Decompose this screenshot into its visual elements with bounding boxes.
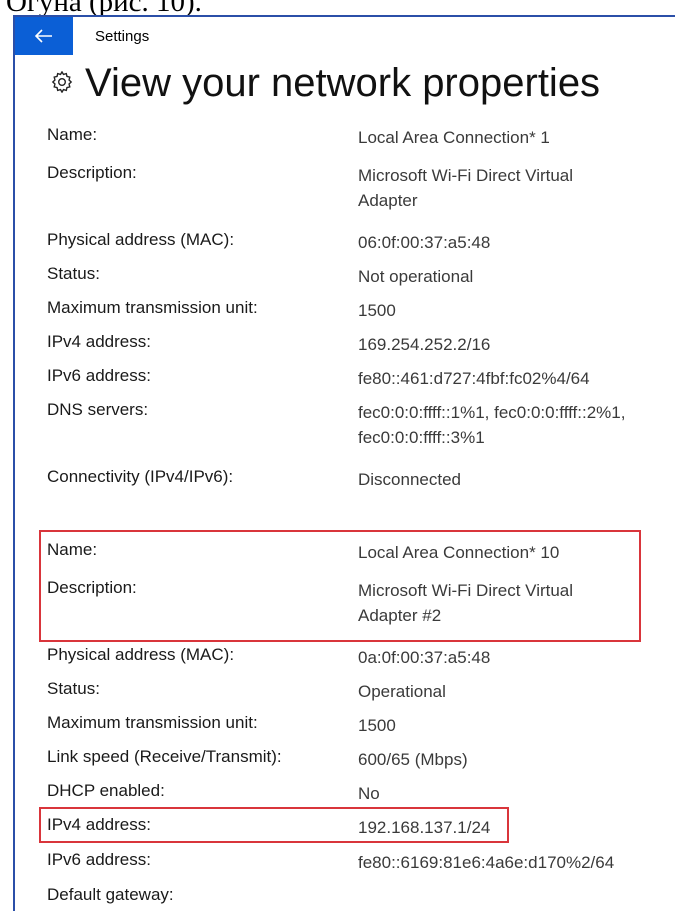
- property-value: Not operational: [358, 267, 474, 286]
- property-value: 06:0f:00:37:a5:48: [358, 233, 491, 252]
- window-title: Settings: [95, 28, 150, 45]
- property-value: Microsoft Wi-Fi Direct Virtual Adapter #…: [358, 578, 668, 628]
- property-value-line: fec0:0:0:ffff::1%1, fec0:0:0:ffff::2%1,: [358, 403, 626, 422]
- property-label: Description:: [47, 578, 137, 597]
- property-value: fe80::6169:81e6:4a6e:d170%2/64: [358, 853, 615, 872]
- property-value: 192.168.137.1/24: [358, 818, 491, 837]
- property-label: IPv4 address:: [47, 332, 151, 351]
- back-arrow-icon: [35, 29, 52, 43]
- property-label: Name:: [47, 540, 98, 559]
- page-title: View your network properties: [85, 61, 601, 105]
- screenshot-stage: Огуна (рис. 10). Settings View your netw…: [0, 0, 675, 911]
- property-label: Name:: [47, 125, 98, 144]
- property-value: 600/65 (Mbps): [358, 750, 468, 769]
- settings-window: Settings View your network properties Na…: [13, 15, 675, 911]
- property-value: Operational: [358, 682, 446, 701]
- property-label: Link speed (Receive/Transmit):: [47, 747, 282, 766]
- property-label: Status:: [47, 679, 100, 698]
- document-text-fragment: Огуна (рис. 10).: [6, 0, 202, 16]
- property-label: IPv6 address:: [47, 366, 151, 385]
- property-label: Physical address (MAC):: [47, 230, 235, 249]
- property-label: Connectivity (IPv4/IPv6):: [47, 467, 234, 486]
- property-label: Description:: [47, 163, 137, 182]
- property-value: 0a:0f:00:37:a5:48: [358, 648, 491, 667]
- property-value-line: Adapter #2: [358, 606, 442, 625]
- property-value: 1500: [358, 716, 396, 735]
- property-label: Status:: [47, 264, 100, 283]
- property-label: IPv4 address:: [47, 815, 151, 834]
- back-button[interactable]: [15, 17, 73, 55]
- property-value: 1500: [358, 301, 396, 320]
- title-bar: Settings: [15, 17, 675, 55]
- property-label: Physical address (MAC):: [47, 645, 235, 664]
- property-value: fec0:0:0:ffff::1%1, fec0:0:0:ffff::2%1, …: [358, 400, 668, 450]
- property-value: Local Area Connection* 10: [358, 543, 560, 562]
- property-value-line: Microsoft Wi-Fi Direct Virtual: [358, 166, 574, 185]
- gear-icon: [51, 71, 73, 93]
- property-value: fe80::461:d727:4fbf:fc02%4/64: [358, 369, 590, 388]
- property-value: No: [358, 784, 380, 803]
- property-label: IPv6 address:: [47, 850, 151, 869]
- property-value: Disconnected: [358, 470, 462, 489]
- property-value: Local Area Connection* 1: [358, 128, 550, 147]
- property-label: Maximum transmission unit:: [47, 298, 258, 317]
- property-label: DHCP enabled:: [47, 781, 165, 800]
- property-label: DNS servers:: [47, 400, 149, 419]
- page-header: View your network properties: [15, 55, 675, 115]
- property-value: Microsoft Wi-Fi Direct Virtual Adapter: [358, 163, 668, 213]
- property-value: 169.254.252.2/16: [358, 335, 491, 354]
- property-value-line: Adapter: [358, 191, 418, 210]
- property-value-line: fec0:0:0:ffff::3%1: [358, 428, 485, 447]
- property-label: Default gateway:: [47, 885, 174, 904]
- property-value-line: Microsoft Wi-Fi Direct Virtual: [358, 581, 574, 600]
- property-label: Maximum transmission unit:: [47, 713, 258, 732]
